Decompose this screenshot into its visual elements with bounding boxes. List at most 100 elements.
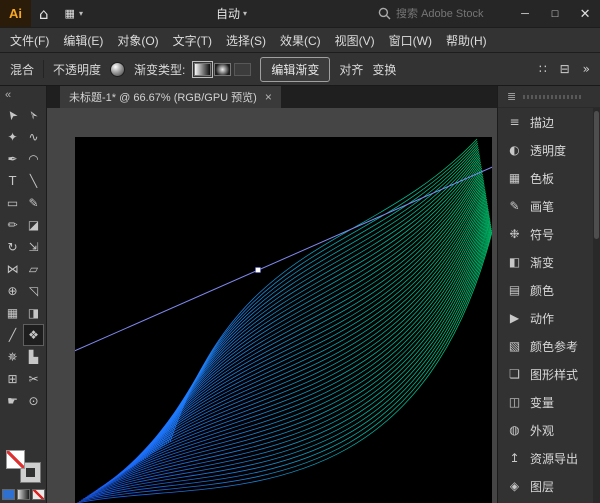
magic-wand-tool[interactable]: ✦ [2, 126, 23, 148]
panel-button-layers[interactable]: ◈图层 [498, 472, 600, 500]
color-button[interactable] [2, 489, 15, 500]
dock-drag-handle[interactable] [523, 95, 582, 99]
line-segment-tool[interactable]: ╲ [23, 170, 44, 192]
none-button[interactable] [32, 489, 45, 500]
panel-button-stroke[interactable]: ≡描边 [498, 108, 600, 136]
pen-tool[interactable]: ✒ [2, 148, 23, 170]
shape-builder-tool[interactable]: ⊕ [2, 280, 23, 302]
panel-button-color-guide[interactable]: ▧颜色参考 [498, 332, 600, 360]
dock-items: ≡描边◐透明度▦色板✎画笔❉符号◧渐变▤颜色▶动作▧颜色参考❏图形样式◫变量◍外… [498, 108, 600, 500]
gradient-tool[interactable]: ◨ [23, 302, 44, 324]
gradient-ball-icon[interactable] [110, 62, 125, 77]
free-transform-tool[interactable]: ▱ [23, 258, 44, 280]
menu-item-select[interactable]: 选择(S) [219, 32, 273, 49]
workspace-switcher[interactable]: ▦ ▾ [57, 0, 91, 27]
panel-label: 渐变 [530, 254, 554, 271]
slice-tool[interactable]: ✂ [23, 368, 44, 390]
swatch-grid-icon[interactable]: ∷ [539, 62, 547, 76]
scale-tool[interactable]: ⇲ [23, 236, 44, 258]
close-button[interactable]: ✕ [570, 0, 600, 27]
dock-header[interactable]: ≣ [498, 86, 600, 108]
direct-selection-tool-icon: ➢ [26, 107, 42, 122]
panel-button-swatches[interactable]: ▦色板 [498, 164, 600, 192]
opacity-label[interactable]: 不透明度 [53, 61, 101, 78]
zoom-tool[interactable]: ⊙ [23, 390, 44, 412]
perspective-grid-tool[interactable]: ◹ [23, 280, 44, 302]
align-label[interactable]: 对齐 [339, 61, 363, 78]
maximize-button[interactable]: □ [540, 0, 570, 27]
canvas[interactable] [47, 108, 497, 503]
paintbrush-tool[interactable]: ✎ [23, 192, 44, 214]
asset-export-icon: ↥ [507, 451, 522, 465]
panel-button-transparency[interactable]: ◐透明度 [498, 136, 600, 164]
symbols-icon: ❉ [507, 227, 522, 241]
tools-collapse-button[interactable]: « [0, 86, 46, 104]
menu-item-help[interactable]: 帮助(H) [439, 32, 494, 49]
fill-swatch-none[interactable] [6, 450, 25, 469]
edit-gradient-button[interactable]: 编辑渐变 [260, 57, 330, 82]
panel-label: 图层 [530, 478, 554, 495]
home-button[interactable]: ⌂ [31, 0, 57, 27]
menu-item-window[interactable]: 窗口(W) [382, 32, 439, 49]
menu-item-edit[interactable]: 编辑(E) [56, 32, 110, 49]
minimize-button[interactable]: ─ [510, 0, 540, 27]
tab-close-icon[interactable]: × [265, 90, 272, 104]
panel-button-appearance[interactable]: ◍外观 [498, 416, 600, 444]
anchor-point[interactable] [256, 268, 261, 273]
panel-button-actions[interactable]: ▶动作 [498, 304, 600, 332]
hand-tool[interactable]: ☛ [2, 390, 23, 412]
pencil-tool[interactable]: ✏ [2, 214, 23, 236]
transform-label[interactable]: 变换 [372, 61, 396, 78]
freeform-gradient-button[interactable] [234, 63, 251, 76]
gradient-button[interactable] [17, 489, 30, 500]
dock-scrollbar[interactable] [593, 108, 600, 503]
menu-item-type[interactable]: 文字(T) [166, 32, 219, 49]
rectangle-tool-icon: ▭ [7, 197, 18, 209]
linear-gradient-button[interactable] [194, 63, 211, 76]
swatches-icon: ▦ [507, 171, 522, 185]
lasso-tool[interactable]: ∿ [23, 126, 44, 148]
rectangle-tool[interactable]: ▭ [2, 192, 23, 214]
panel-button-graphic-styles[interactable]: ❏图形样式 [498, 360, 600, 388]
titlebar-spacer [255, 0, 372, 27]
dock-scrollbar-thumb[interactable] [594, 111, 599, 239]
menu-item-view[interactable]: 视图(V) [328, 32, 382, 49]
blend-tool[interactable]: ❖ [23, 324, 44, 346]
document-tab[interactable]: 未标题-1* @ 66.67% (RGB/GPU 预览) × [60, 86, 281, 108]
panel-button-variables[interactable]: ◫变量 [498, 388, 600, 416]
perspective-grid-tool-icon: ◹ [29, 285, 38, 297]
type-tool[interactable]: T [2, 170, 23, 192]
symbol-sprayer-tool[interactable]: ✵ [2, 346, 23, 368]
menu-item-file[interactable]: 文件(F) [3, 32, 56, 49]
menu-item-effect[interactable]: 效果(C) [273, 32, 328, 49]
direct-selection-tool[interactable]: ➢ [23, 104, 44, 126]
panel-button-asset-export[interactable]: ↥资源导出 [498, 444, 600, 472]
auto-dropdown[interactable]: 自动 ▾ [208, 0, 255, 27]
panel-dock-icon[interactable]: ⊟ [560, 62, 570, 76]
panel-button-gradient[interactable]: ◧渐变 [498, 248, 600, 276]
canvas-svg [47, 108, 497, 503]
selection-tool[interactable]: ➤ [2, 104, 23, 126]
radial-gradient-button[interactable] [214, 63, 231, 76]
curvature-tool[interactable]: ◠ [23, 148, 44, 170]
mesh-tool[interactable]: ▦ [2, 302, 23, 324]
main-area: « ➤➢✦∿✒◠T╲▭✎✏◪↻⇲⋈▱⊕◹▦◨╱❖✵▙⊞✂☛⊙ 未标题-1* @ [0, 86, 600, 503]
overflow-chevron-icon[interactable]: » [583, 62, 590, 76]
eraser-tool[interactable]: ◪ [23, 214, 44, 236]
width-tool[interactable]: ⋈ [2, 258, 23, 280]
search-input[interactable] [396, 8, 504, 20]
stock-search[interactable] [372, 0, 510, 27]
paintbrush-tool-icon: ✎ [28, 197, 38, 209]
color-icon: ▤ [507, 283, 522, 297]
menu-item-object[interactable]: 对象(O) [110, 32, 165, 49]
fill-stroke-widget [2, 450, 45, 503]
panel-button-color[interactable]: ▤颜色 [498, 276, 600, 304]
artboard-tool[interactable]: ⊞ [2, 368, 23, 390]
rotate-tool[interactable]: ↻ [2, 236, 23, 258]
column-graph-tool[interactable]: ▙ [23, 346, 44, 368]
controlbar-right-icons: ∷ ⊟ » [539, 62, 590, 76]
eyedropper-tool[interactable]: ╱ [2, 324, 23, 346]
panel-button-symbols[interactable]: ❉符号 [498, 220, 600, 248]
panel-button-brushes[interactable]: ✎画笔 [498, 192, 600, 220]
panel-label: 变量 [530, 394, 554, 411]
